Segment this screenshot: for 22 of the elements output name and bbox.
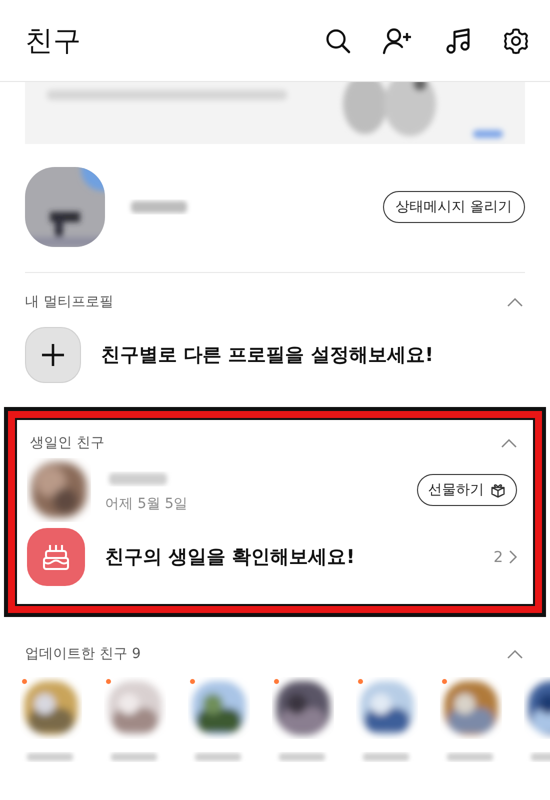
music-note-icon[interactable] xyxy=(444,26,472,54)
chevron-up-icon[interactable] xyxy=(507,297,523,307)
status-message-button[interactable]: 상태메시지 올리기 xyxy=(382,191,525,223)
add-friend-icon[interactable] xyxy=(382,26,414,54)
plus-icon xyxy=(41,343,65,367)
search-icon[interactable] xyxy=(324,26,352,54)
chevron-up-icon[interactable] xyxy=(501,438,517,448)
gift-icon xyxy=(490,482,506,498)
chevron-right-icon[interactable] xyxy=(509,550,517,564)
chevron-up-icon[interactable] xyxy=(507,649,523,659)
birthday-button[interactable] xyxy=(27,528,85,586)
page-title: 친구 xyxy=(25,22,81,58)
multi-profile-prompt[interactable]: 친구별로 다른 프로필을 설정해보세요! xyxy=(101,342,434,368)
birthday-count: 2 xyxy=(493,548,503,566)
section-label: 내 멀티프로필 xyxy=(25,293,114,311)
settings-icon[interactable] xyxy=(502,26,530,54)
section-label: 업데이트한 친구 9 xyxy=(25,645,141,663)
gift-button[interactable]: 선물하기 xyxy=(417,474,517,506)
add-profile-button[interactable] xyxy=(25,327,81,383)
birthday-prompt[interactable]: 친구의 생일을 확인해보세요! xyxy=(105,544,355,570)
birthday-date: 어제 5월 5일 xyxy=(105,495,188,513)
section-label: 생일인 친구 xyxy=(30,434,104,452)
